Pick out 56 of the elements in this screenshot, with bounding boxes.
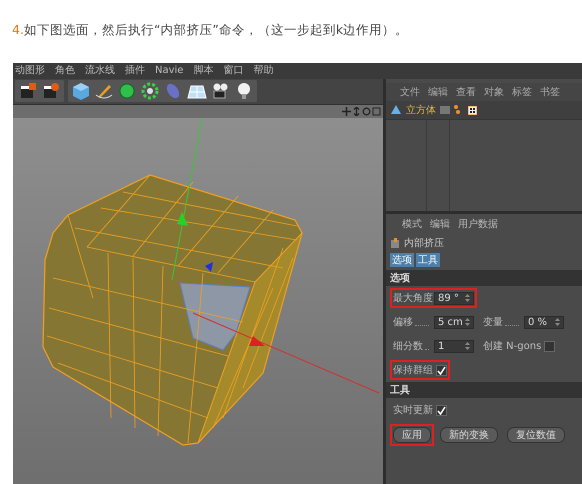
spinner-icon[interactable] xyxy=(555,318,560,326)
number-field[interactable]: 5 cm xyxy=(434,316,474,328)
tool-icon xyxy=(390,238,400,248)
layer-icon xyxy=(440,106,450,114)
tool-button[interactable]: 复位数值 xyxy=(507,427,565,443)
sphere-icon[interactable] xyxy=(117,81,137,102)
menu-item[interactable]: 脚本 xyxy=(193,65,214,77)
section-header: 工具 xyxy=(386,382,582,398)
cube-icon[interactable] xyxy=(71,81,91,102)
number-field[interactable]: 89 ° xyxy=(434,292,474,304)
checkbox-label: 创建 N-gons xyxy=(483,340,542,353)
menu-item[interactable]: 书签 xyxy=(540,85,560,99)
checkbox[interactable] xyxy=(436,364,447,376)
rotate-icon[interactable] xyxy=(362,106,371,116)
field-label: 偏移 xyxy=(393,316,413,329)
menu-item[interactable]: 模式 xyxy=(402,217,422,231)
menu-item[interactable]: 动图形 xyxy=(15,65,45,77)
menu-item[interactable]: 窗口 xyxy=(223,65,244,77)
checkbox-label: 保持群组 xyxy=(393,364,433,377)
window-icon[interactable] xyxy=(372,106,381,116)
number-field[interactable]: 0 % xyxy=(524,316,564,328)
menu-item[interactable]: 标签 xyxy=(512,85,532,99)
menu-item[interactable]: 编辑 xyxy=(428,85,448,99)
number-field[interactable]: 1 xyxy=(434,340,474,352)
spinner-icon[interactable] xyxy=(465,294,470,302)
field-label: 细分数 xyxy=(393,340,423,353)
field-label: 变量 xyxy=(483,316,503,329)
tool-button[interactable]: 应用 xyxy=(393,427,431,443)
section-header: 选项 xyxy=(386,270,582,286)
menu-item[interactable]: 编辑 xyxy=(430,217,450,231)
checkbox-label: 实时更新 xyxy=(393,404,433,417)
menu-item[interactable]: 对象 xyxy=(484,85,504,99)
spinner-icon[interactable] xyxy=(465,342,470,350)
menu-item[interactable]: 插件 xyxy=(125,65,145,77)
tab[interactable]: 工具 xyxy=(416,253,440,267)
menu-item[interactable]: 流水线 xyxy=(85,65,115,77)
tab[interactable]: 选项 xyxy=(390,253,414,267)
checkbox[interactable] xyxy=(436,404,447,416)
checkbox[interactable] xyxy=(544,340,556,352)
step-instruction: 如下图选面，然后执行“内部挤压”命令，（这一步起到k边作用）。 xyxy=(24,22,408,39)
tool-name: 内部挤压 xyxy=(404,236,444,250)
checker-icon xyxy=(468,106,477,114)
move-icon[interactable] xyxy=(342,106,351,116)
menu-item[interactable]: 帮助 xyxy=(253,65,274,77)
menu-item[interactable]: 角色 xyxy=(55,65,75,77)
tool-button[interactable]: 新的变换 xyxy=(440,427,498,443)
menu-item[interactable]: 用户数据 xyxy=(458,217,498,231)
object-row[interactable]: 立方体 xyxy=(386,101,582,120)
field-label: 最大角度 xyxy=(393,292,433,305)
step-number: 4. xyxy=(12,22,24,39)
arrow-icon[interactable] xyxy=(352,106,361,116)
menu-item[interactable]: Naviе xyxy=(155,65,184,77)
z-axis-arrow xyxy=(205,262,213,272)
menu-item[interactable]: 文件 xyxy=(400,85,420,99)
menu-item[interactable]: 查看 xyxy=(456,85,476,99)
spinner-icon[interactable] xyxy=(465,318,470,326)
